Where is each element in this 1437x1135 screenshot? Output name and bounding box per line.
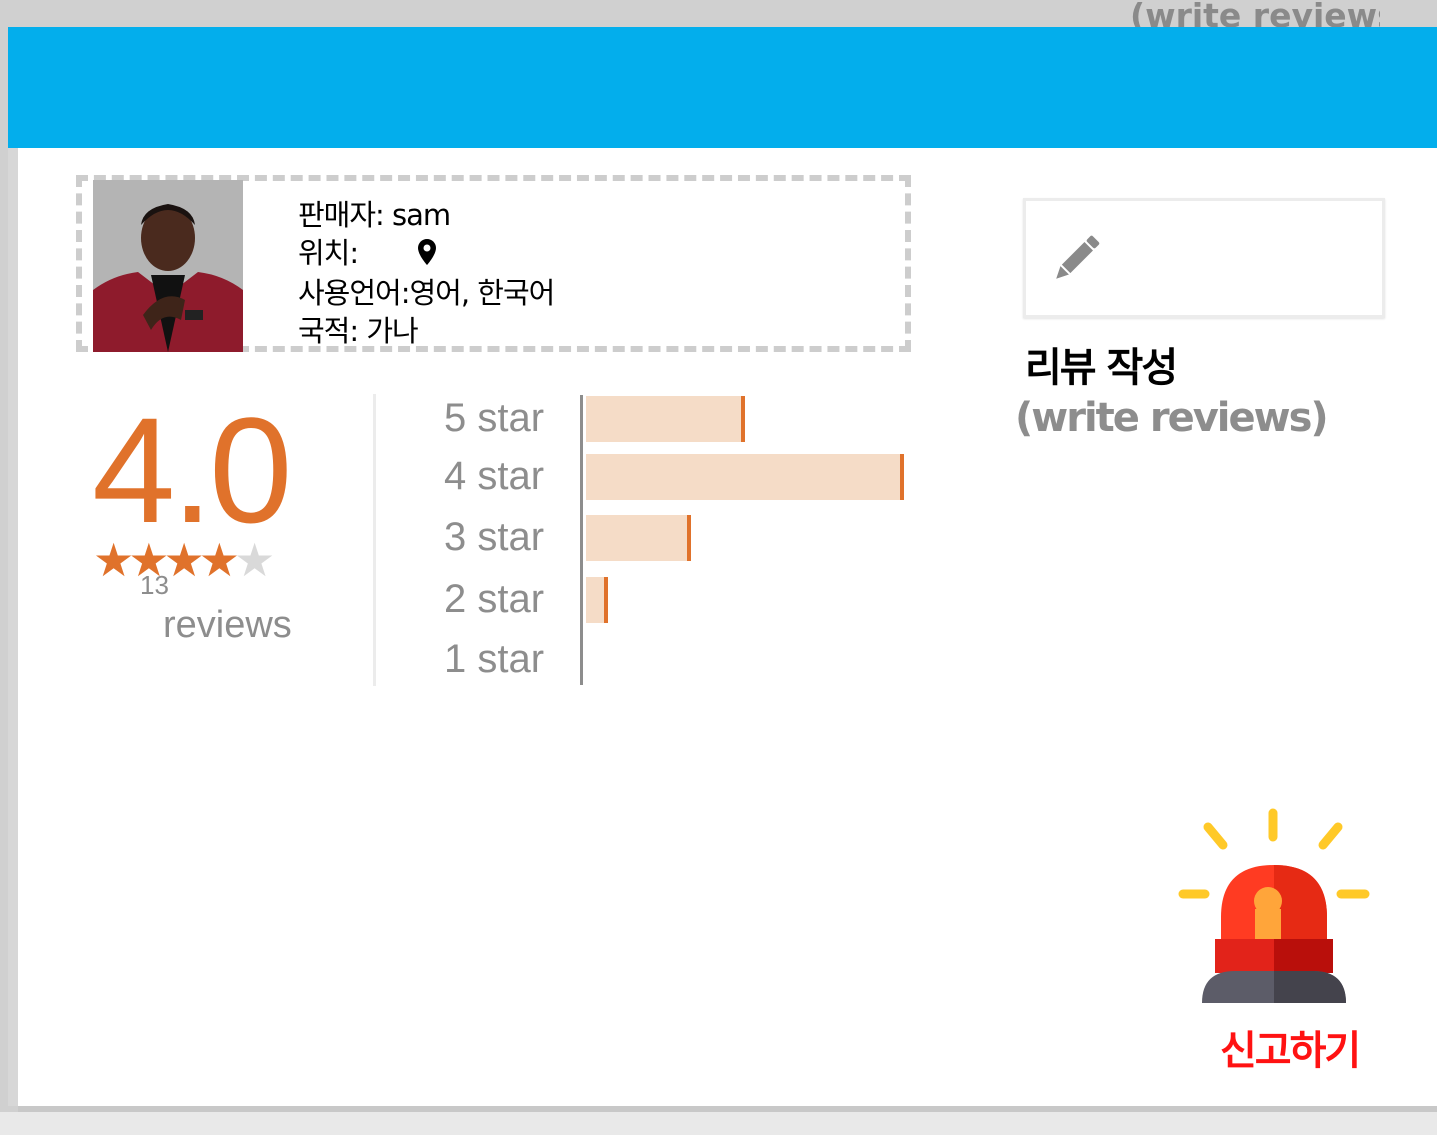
- distribution-label: 2 star: [444, 577, 545, 621]
- seller-avatar[interactable]: [93, 180, 243, 352]
- distribution-row: 5 star: [440, 390, 920, 451]
- distribution-bar: [586, 577, 608, 623]
- write-review-subtitle: (write reviews): [1015, 395, 1329, 441]
- header-ghost-text: (write reviews): [1130, 0, 1380, 28]
- distribution-row: 2 star: [440, 571, 920, 632]
- distribution-bar: [586, 454, 904, 500]
- distribution-row: 4 star: [440, 448, 920, 509]
- review-count: 13: [140, 570, 169, 600]
- distribution-bar: [586, 396, 745, 442]
- siren-icon[interactable]: [1175, 805, 1375, 1009]
- distribution-label: 1 star: [444, 637, 545, 681]
- pencil-icon: [1046, 229, 1106, 293]
- seller-location-row: 위치:: [298, 234, 554, 274]
- seller-info: 판매자: sam 위치: 사용언어:영어, 한국어 국적: 가나: [298, 196, 555, 350]
- distribution-row: 3 star: [440, 509, 920, 570]
- map-pin-icon[interactable]: [418, 236, 437, 274]
- distribution-bar: [586, 515, 691, 561]
- report-label[interactable]: 신고하기: [1220, 1018, 1361, 1076]
- header-bar: [8, 27, 1437, 148]
- left-rail: [8, 148, 18, 1106]
- distribution-row: 1 star: [440, 631, 920, 692]
- star-icon: ★: [93, 533, 134, 587]
- star-icon: ★: [198, 533, 240, 587]
- star-empty-icon: ★: [234, 533, 275, 587]
- average-rating: 4.0: [92, 386, 293, 554]
- reviews-label: reviews: [163, 604, 292, 646]
- rating-divider: [373, 394, 376, 686]
- rating-stars: ★★★★★: [93, 533, 275, 587]
- seller-languages: 사용언어:영어, 한국어: [298, 276, 555, 310]
- distribution-label: 5 star: [444, 396, 545, 440]
- write-review-button[interactable]: [1023, 198, 1385, 318]
- write-review-title[interactable]: 리뷰 작성: [1025, 335, 1178, 393]
- seller-nationality: 국적: 가나: [298, 314, 419, 348]
- distribution-axis: [580, 395, 583, 685]
- distribution-label: 3 star: [444, 515, 545, 559]
- seller-location-label: 위치:: [298, 236, 359, 270]
- bottom-band: [0, 1112, 1437, 1135]
- distribution-label: 4 star: [444, 454, 545, 498]
- seller-name: 판매자: sam: [298, 198, 451, 232]
